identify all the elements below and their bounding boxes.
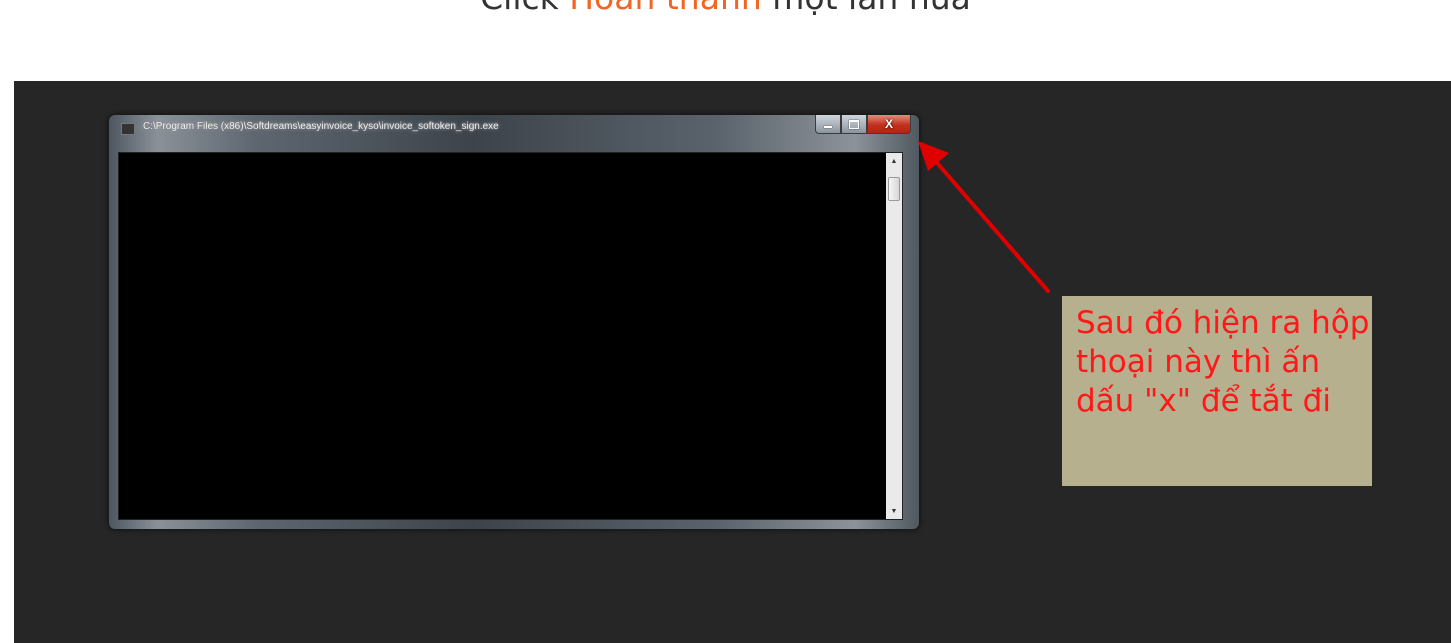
heading-prefix: Click xyxy=(480,0,569,17)
heading-suffix: một lần nữa xyxy=(762,0,971,17)
pointer-arrow xyxy=(918,141,1050,293)
screenshot-backdrop: C:\Program Files (x86)\Softdreams\easyin… xyxy=(14,81,1451,643)
heading-highlight: Hoàn thành xyxy=(569,0,762,17)
instruction-heading: Click Hoàn thành một lần nữa xyxy=(0,0,1451,17)
